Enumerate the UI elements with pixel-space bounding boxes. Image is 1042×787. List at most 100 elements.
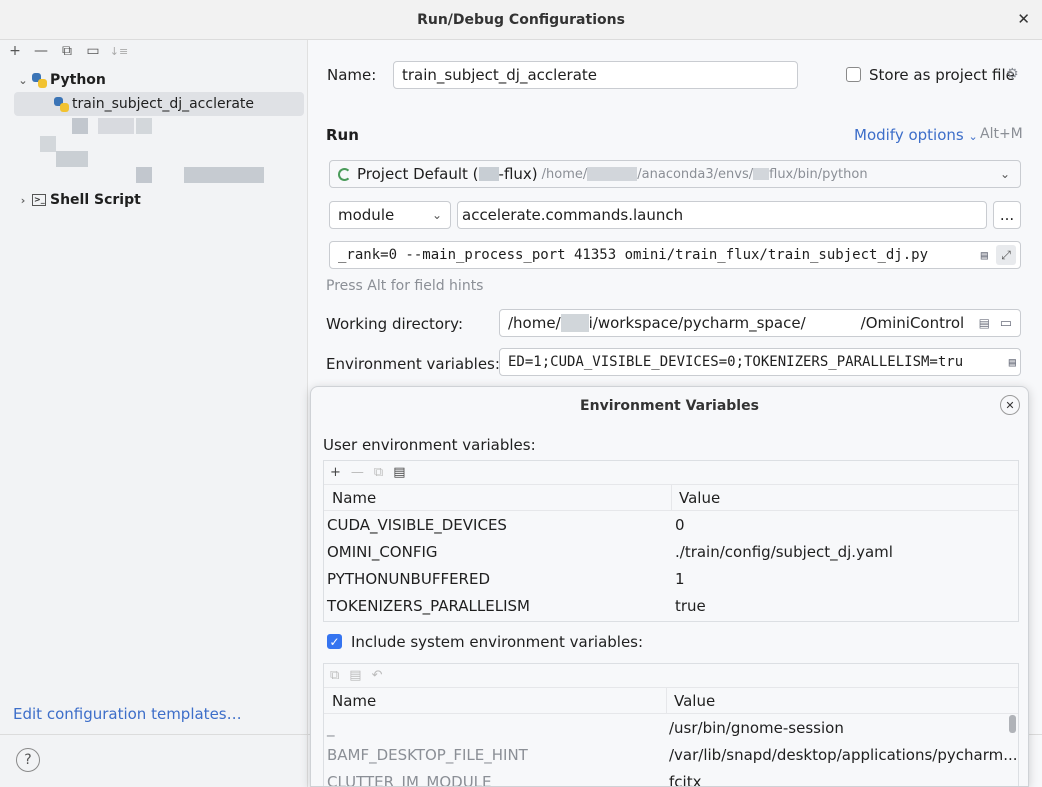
redacted-block (72, 118, 88, 134)
var-value: ./train/config/subject_dj.yaml (675, 542, 893, 561)
new-folder-icon[interactable]: ▭ (84, 42, 102, 60)
run-type-select[interactable]: module ⌄ (329, 201, 451, 229)
table-row[interactable]: TOKENIZERS_PARALLELISM true (324, 592, 1018, 619)
tree-item-label: train_subject_dj_acclerate (72, 96, 255, 112)
workdir-part-1: /home/ (508, 314, 561, 332)
var-value: 1 (675, 569, 685, 588)
redacted-block (136, 167, 152, 183)
redacted-block (184, 167, 264, 183)
var-name: _ (327, 718, 335, 737)
redacted-block (136, 118, 152, 134)
interpreter-path-1: /home/ (541, 166, 588, 182)
system-table-toolbar: ⧉ ▤ ↶ (324, 664, 1018, 688)
redacted-block (40, 136, 56, 152)
terminal-icon: >_ (32, 194, 46, 206)
column-value[interactable]: Value (672, 489, 720, 507)
close-icon[interactable]: ✕ (1000, 395, 1020, 415)
title-bar: Run/Debug Configurations ✕ (0, 0, 1042, 40)
edit-templates-link[interactable]: Edit configuration templates… (13, 705, 242, 723)
user-env-table: + — ⧉ ▤ Name Value CUDA_VISIBLE_DEVICES … (323, 460, 1019, 622)
table-header: Name Value (324, 688, 1018, 714)
add-icon[interactable]: + (6, 42, 24, 60)
working-directory-label: Working directory: (326, 315, 464, 333)
modify-options-shortcut: Alt+M (980, 126, 1023, 142)
parameters-value: _rank=0 --main_process_port 41353 omini/… (338, 247, 929, 263)
chevron-down-icon[interactable]: ⌄ (14, 74, 32, 87)
env-vars-label: Environment variables: (326, 355, 500, 373)
interpreter-select[interactable]: Project Default ( -flux) /home/ /anacond… (329, 160, 1021, 188)
table-row[interactable]: CLUTTER_IM_MODULE fcitx (324, 768, 1018, 787)
table-row[interactable]: BAMF_DESKTOP_FILE_HINT /var/lib/snapd/de… (324, 741, 1018, 768)
folder-icon[interactable]: ▭ (999, 315, 1012, 331)
paste-icon[interactable]: ▤ (393, 465, 405, 480)
expand-icon[interactable]: ⤢ (996, 245, 1016, 265)
table-row[interactable]: PYTHONUNBUFFERED 1 (324, 565, 1018, 592)
column-value[interactable]: Value (667, 692, 715, 710)
insert-macro-icon[interactable]: ▤ (978, 316, 990, 330)
run-type-value: module (338, 206, 395, 224)
scrollbar-thumb[interactable] (1009, 715, 1016, 733)
table-row[interactable]: CUDA_VISIBLE_DEVICES 0 (324, 511, 1018, 538)
table-row[interactable]: _ /usr/bin/gnome-session (324, 714, 1018, 741)
modify-options-label: Modify options (854, 126, 964, 144)
remove-icon[interactable]: — (351, 465, 364, 480)
user-table-toolbar: + — ⧉ ▤ (324, 461, 1018, 485)
remove-icon[interactable]: — (32, 42, 50, 60)
sort-icon[interactable]: ↓≡ (110, 42, 128, 60)
copy-icon[interactable]: ⧉ (330, 668, 339, 683)
dialog-title: Environment Variables (580, 398, 759, 414)
copy-icon[interactable]: ⧉ (374, 465, 383, 480)
modify-options-link[interactable]: Modify options ⌄ (854, 126, 978, 144)
browse-module-button[interactable]: ... (993, 201, 1021, 229)
undo-icon[interactable]: ↶ (372, 668, 383, 683)
config-tree: ⌄ Python train_subject_dj_acclerate › >_… (14, 68, 304, 212)
gear-icon[interactable]: ⚙ (1006, 66, 1019, 82)
field-hint: Press Alt for field hints (326, 278, 484, 294)
tree-group-shell[interactable]: › >_ Shell Script (14, 188, 304, 212)
var-value: true (675, 596, 706, 615)
copy-icon[interactable]: ⧉ (58, 42, 76, 60)
edit-env-icon[interactable]: ▤ (1004, 355, 1016, 369)
env-vars-dialog: Environment Variables ✕ User environment… (310, 386, 1029, 787)
paste-icon[interactable]: ▤ (349, 668, 361, 683)
env-vars-field[interactable]: ED=1;CUDA_VISIBLE_DEVICES=0;TOKENIZERS_P… (499, 348, 1021, 376)
working-directory-field[interactable]: /home/ i/workspace/pycharm_space/ /Omini… (499, 309, 1021, 337)
expand-text-icon[interactable]: ▤ (980, 248, 988, 262)
loading-icon (338, 167, 351, 181)
configurations-sidebar: + — ⧉ ▭ ↓≡ ⌄ Python train_subject_dj_acc… (0, 40, 308, 787)
add-icon[interactable]: + (330, 465, 341, 480)
interpreter-path-3: flux/bin/python (769, 166, 868, 182)
column-name[interactable]: Name (324, 692, 666, 710)
chevron-down-icon: ⌄ (968, 130, 978, 143)
workdir-part-2: i/workspace/pycharm_space/ (588, 314, 806, 332)
var-name: BAMF_DESKTOP_FILE_HINT (327, 745, 528, 764)
chevron-right-icon[interactable]: › (14, 194, 32, 207)
var-name: TOKENIZERS_PARALLELISM (327, 596, 530, 615)
column-name[interactable]: Name (324, 489, 671, 507)
python-icon (32, 72, 47, 88)
store-project-checkbox[interactable] (846, 67, 861, 82)
store-project-label: Store as project file (869, 66, 1015, 84)
redacted-block (478, 167, 499, 181)
redacted-block (98, 118, 134, 134)
tree-group-label: Python (50, 72, 106, 88)
tree-item-config[interactable]: train_subject_dj_acclerate (14, 92, 304, 116)
help-icon[interactable]: ? (16, 748, 40, 772)
sidebar-toolbar: + — ⧉ ▭ ↓≡ (6, 42, 128, 60)
module-field[interactable]: accelerate.commands.launch (457, 201, 987, 229)
redacted-block (587, 167, 638, 181)
include-system-checkbox[interactable]: ✓ (327, 634, 342, 649)
env-vars-value: ED=1;CUDA_VISIBLE_DEVICES=0;TOKENIZERS_P… (508, 354, 964, 370)
name-field[interactable]: train_subject_dj_acclerate (393, 61, 798, 89)
tree-group-python[interactable]: ⌄ Python (14, 68, 304, 92)
python-icon (54, 96, 69, 112)
interpreter-path-2: /anaconda3/envs/ (637, 166, 754, 182)
var-name: CLUTTER_IM_MODULE (327, 772, 492, 787)
table-row[interactable]: OMINI_CONFIG ./train/config/subject_dj.y… (324, 538, 1018, 565)
script-parameters-field[interactable]: _rank=0 --main_process_port 41353 omini/… (329, 241, 1021, 269)
redacted-block (56, 151, 88, 167)
close-icon[interactable]: ✕ (1017, 10, 1030, 28)
include-system-label: Include system environment variables: (351, 633, 644, 651)
interpreter-env: -flux) (498, 165, 538, 183)
chevron-down-icon: ⌄ (431, 208, 442, 222)
